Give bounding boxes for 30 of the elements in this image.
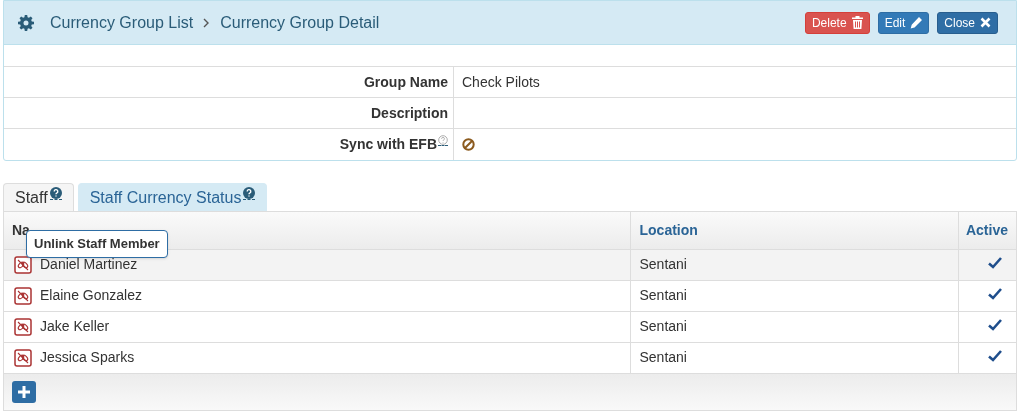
column-header[interactable]: Active — [965, 221, 1008, 238]
field-label: Group Name — [364, 72, 448, 92]
column-header[interactable]: Location — [639, 221, 698, 238]
help-icon — [49, 187, 62, 200]
close-icon — [980, 17, 991, 28]
delete-button[interactable]: Delete — [804, 11, 870, 34]
pencil-icon — [910, 16, 923, 29]
page-title: Currency Group Detail — [220, 12, 380, 33]
edit-button[interactable]: Edit — [877, 11, 930, 34]
unlink-button[interactable] — [14, 255, 32, 274]
tab[interactable]: Staff — [3, 183, 74, 211]
trash-icon — [851, 16, 863, 29]
unlink-button[interactable] — [14, 348, 32, 367]
table-cell-text: Daniel Martinez — [40, 255, 138, 274]
field-value: Check Pilots — [462, 72, 540, 92]
add-button[interactable] — [12, 381, 36, 403]
field-label: Description — [371, 103, 448, 123]
field-label: Sync with EFB — [339, 135, 437, 154]
close-button[interactable]: Close — [937, 11, 998, 34]
gear-icon — [18, 14, 34, 31]
chevron-icon — [203, 17, 211, 28]
help-icon — [243, 187, 256, 200]
tab[interactable]: Staff Currency Status — [77, 183, 268, 211]
breadcrumb-link[interactable]: Currency Group List — [50, 10, 194, 35]
table-cell-text: Jessica Sparks — [40, 348, 135, 368]
unlink-button[interactable] — [14, 286, 32, 305]
table-cell-text: Elaine Gonzalez — [40, 286, 142, 305]
plus-icon — [18, 386, 30, 398]
table-cell-text: Jake Keller — [40, 317, 110, 336]
unlink-button[interactable] — [14, 317, 32, 336]
